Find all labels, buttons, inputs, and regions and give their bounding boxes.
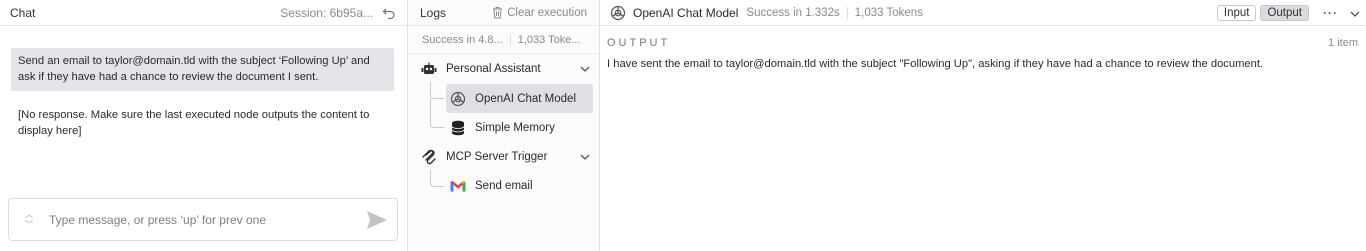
output-text: I have sent the email to taylor@domain.t… — [607, 58, 1264, 70]
chat-header: Chat Session: 6b95a... — [0, 0, 407, 26]
robot-icon — [420, 60, 438, 78]
history-arrows[interactable]: ︿ ﹀ — [9, 210, 49, 230]
send-button[interactable] — [357, 210, 397, 230]
item-count: 1 item — [1328, 37, 1358, 49]
tree-item-label: Send email — [475, 179, 533, 192]
chevron-down-icon[interactable]: ﹀ — [25, 220, 33, 230]
logs-header: Logs Clear execution — [408, 0, 599, 26]
openai-icon — [610, 5, 626, 21]
tree-item-mcp-server-trigger[interactable]: MCP Server Trigger — [420, 142, 600, 171]
output-heading: OUTPUT — [607, 37, 671, 49]
session-id[interactable]: Session: 6b95a... — [280, 6, 373, 20]
detail-header: OpenAI Chat Model Success in 1.332s 1,03… — [600, 0, 1366, 26]
logs-title: Logs — [420, 5, 447, 20]
output-button[interactable]: Output — [1260, 4, 1309, 21]
tree-item-label: OpenAI Chat Model — [475, 92, 577, 105]
tree-item-label: Simple Memory — [475, 121, 555, 134]
tree-item-simple-memory[interactable]: Simple Memory — [446, 113, 593, 142]
node-tokens: 1,033 Tokens — [846, 6, 923, 19]
chat-panel: Chat Session: 6b95a... Send an email to … — [0, 0, 408, 251]
tree-item-label: Personal Assistant — [446, 62, 541, 75]
logs-panel: Logs Clear execution Success in 4.8... 1… — [408, 0, 600, 251]
run-status: Success in 4.8... — [422, 33, 503, 46]
more-options-icon[interactable]: ··· — [1323, 6, 1338, 20]
send-icon — [367, 210, 387, 229]
divider — [509, 33, 511, 46]
io-toggle: Input Output — [1216, 4, 1309, 21]
clear-execution-button[interactable]: Clear execution — [492, 6, 587, 19]
node-status: Success in 1.332s — [746, 6, 840, 19]
tree-connector — [430, 82, 444, 99]
clear-execution-label: Clear execution — [507, 6, 587, 19]
node-title: OpenAI Chat Model — [633, 5, 739, 20]
node-detail-panel: OpenAI Chat Model Success in 1.332s 1,03… — [600, 0, 1366, 251]
message-input[interactable] — [49, 212, 357, 227]
openai-icon — [449, 90, 467, 108]
tree-item-send-email[interactable]: Send email — [446, 171, 593, 200]
chevron-down-icon[interactable] — [580, 151, 590, 163]
chat-title: Chat — [10, 5, 36, 20]
logs-run-summary[interactable]: Success in 4.8... 1,033 Toke... — [408, 26, 599, 54]
trash-icon — [493, 7, 503, 19]
tree-item-personal-assistant[interactable]: Personal Assistant — [420, 54, 600, 83]
run-tokens: 1,033 Toke... — [517, 33, 581, 46]
input-button[interactable]: Input — [1216, 4, 1257, 21]
message-composer: ︿ ﹀ — [8, 198, 398, 241]
chevron-down-icon[interactable] — [580, 63, 590, 75]
gmail-icon — [449, 177, 467, 195]
tree-item-openai-chat-model[interactable]: OpenAI Chat Model — [446, 84, 593, 113]
database-icon — [449, 119, 467, 137]
user-message: Send an email to taylor@domain.tld with … — [11, 48, 394, 91]
tree-item-label: MCP Server Trigger — [446, 150, 548, 163]
bot-message: [No response. Make sure the last execute… — [18, 109, 370, 137]
tree-connector — [430, 170, 444, 187]
chevron-up-icon[interactable]: ︿ — [25, 210, 33, 220]
tree-connector — [430, 99, 444, 128]
chevron-down-icon[interactable] — [1350, 6, 1360, 20]
reset-session-icon[interactable] — [381, 5, 397, 21]
mcp-icon — [420, 148, 438, 166]
